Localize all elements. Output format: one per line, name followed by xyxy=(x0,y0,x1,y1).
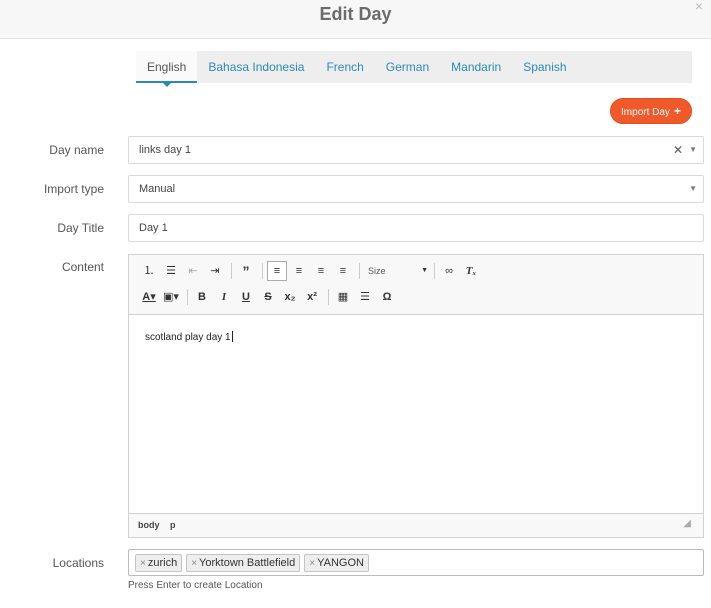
import-day-label: Import Day xyxy=(621,107,670,118)
table-icon[interactable]: ▦ xyxy=(333,287,353,307)
remove-tag-icon[interactable]: × xyxy=(140,558,146,569)
tab-german[interactable]: German xyxy=(375,51,440,83)
day-title-input[interactable]: Day 1 xyxy=(128,214,704,242)
tab-french[interactable]: French xyxy=(315,51,374,83)
location-tag-label: zurich xyxy=(147,557,178,569)
resize-handle-icon[interactable]: ◢ xyxy=(683,513,691,535)
chevron-down-icon[interactable]: ▼ xyxy=(689,176,697,202)
day-title-value: Day 1 xyxy=(139,222,168,234)
remove-tag-icon[interactable]: × xyxy=(191,558,197,569)
day-title-label: Day Title xyxy=(57,221,104,235)
location-tag: × YANGON xyxy=(304,554,369,572)
editor-status-bar: body p ◢ xyxy=(129,513,703,537)
locations-tag-input[interactable]: × zurich × Yorktown Battlefield × YANGON xyxy=(128,549,704,576)
editor-content-area[interactable]: scotland play day 1 xyxy=(129,315,703,513)
align-justify-icon[interactable]: ≡ xyxy=(333,261,353,281)
toolbar-separator xyxy=(328,289,329,305)
text-cursor xyxy=(231,331,233,342)
location-tag: × zurich xyxy=(135,554,183,572)
bold-icon[interactable]: B xyxy=(192,287,212,307)
import-type-label: Import type xyxy=(43,182,104,196)
toolbar-separator xyxy=(359,263,360,279)
import-type-value: Manual xyxy=(139,183,176,195)
font-size-label: Size xyxy=(368,266,386,276)
outdent-icon[interactable]: ⇤ xyxy=(183,261,203,281)
tab-bahasa-indonesia[interactable]: Bahasa Indonesia xyxy=(197,51,315,83)
editor-text: scotland play day 1 xyxy=(145,332,231,343)
chevron-down-icon: ▼ xyxy=(421,267,428,274)
status-path-p[interactable]: p xyxy=(170,520,176,530)
remove-tag-icon[interactable]: × xyxy=(309,558,315,569)
chevron-down-icon[interactable]: ▼ xyxy=(689,137,697,163)
subscript-icon[interactable]: x₂ xyxy=(280,287,300,307)
horizontal-rule-icon[interactable]: ☰ xyxy=(355,287,375,307)
font-size-select[interactable]: Size ▼ xyxy=(364,262,430,280)
background-color-icon[interactable]: ▣▾ xyxy=(161,287,181,307)
tab-mandarin[interactable]: Mandarin xyxy=(440,51,512,83)
blockquote-icon[interactable]: ” xyxy=(236,261,256,281)
bulleted-list-icon[interactable]: ☰ xyxy=(161,261,181,281)
language-tabs: English Bahasa Indonesia French German M… xyxy=(136,51,692,87)
special-character-icon[interactable]: Ω xyxy=(377,287,397,307)
indent-icon[interactable]: ⇥ xyxy=(205,261,225,281)
content-label: Content xyxy=(61,260,104,274)
toolbar-separator xyxy=(187,289,188,305)
clear-icon[interactable]: ✕ xyxy=(673,137,683,163)
rich-text-editor: ⒈ ☰ ⇤ ⇥ ” ≡ ≡ ≡ ≡ Size ▼ ∞ Tₓ A▾ ▣▾ B I U… xyxy=(128,254,704,538)
remove-format-icon[interactable]: Tₓ xyxy=(461,261,481,281)
day-name-label: Day name xyxy=(49,143,104,157)
tab-english[interactable]: English xyxy=(136,51,198,87)
toolbar-separator xyxy=(434,263,435,279)
locations-hint: Press Enter to create Location xyxy=(128,580,263,591)
toolbar-separator xyxy=(231,263,232,279)
close-icon[interactable]: × xyxy=(695,0,703,14)
underline-icon[interactable]: U xyxy=(236,287,256,307)
modal-title: Edit Day xyxy=(319,4,392,24)
align-center-icon[interactable]: ≡ xyxy=(289,261,309,281)
text-color-icon[interactable]: A▾ xyxy=(139,287,159,307)
day-name-select[interactable]: links day 1 ✕ ▼ xyxy=(128,136,704,164)
align-left-icon[interactable]: ≡ xyxy=(267,261,287,281)
superscript-icon[interactable]: x² xyxy=(302,287,322,307)
status-path-body[interactable]: body xyxy=(138,520,160,530)
italic-icon[interactable]: I xyxy=(214,287,234,307)
import-type-select[interactable]: Manual ▼ xyxy=(128,175,704,203)
location-tag-label: Yorktown Battlefield xyxy=(199,557,296,569)
link-icon[interactable]: ∞ xyxy=(439,261,459,281)
strikethrough-icon[interactable]: S xyxy=(258,287,278,307)
locations-label: Locations xyxy=(52,556,104,570)
modal-header: Edit Day × xyxy=(0,0,711,39)
location-tag: × Yorktown Battlefield xyxy=(186,554,301,572)
day-name-value: links day 1 xyxy=(139,144,191,156)
location-tag-label: YANGON xyxy=(317,557,364,569)
toolbar-separator xyxy=(262,263,263,279)
import-day-button[interactable]: Import Day + xyxy=(610,98,692,124)
editor-toolbar: ⒈ ☰ ⇤ ⇥ ” ≡ ≡ ≡ ≡ Size ▼ ∞ Tₓ A▾ ▣▾ B I U… xyxy=(129,255,703,315)
align-right-icon[interactable]: ≡ xyxy=(311,261,331,281)
tab-spanish[interactable]: Spanish xyxy=(512,51,577,83)
numbered-list-icon[interactable]: ⒈ xyxy=(139,261,159,281)
plus-icon: + xyxy=(673,104,681,118)
